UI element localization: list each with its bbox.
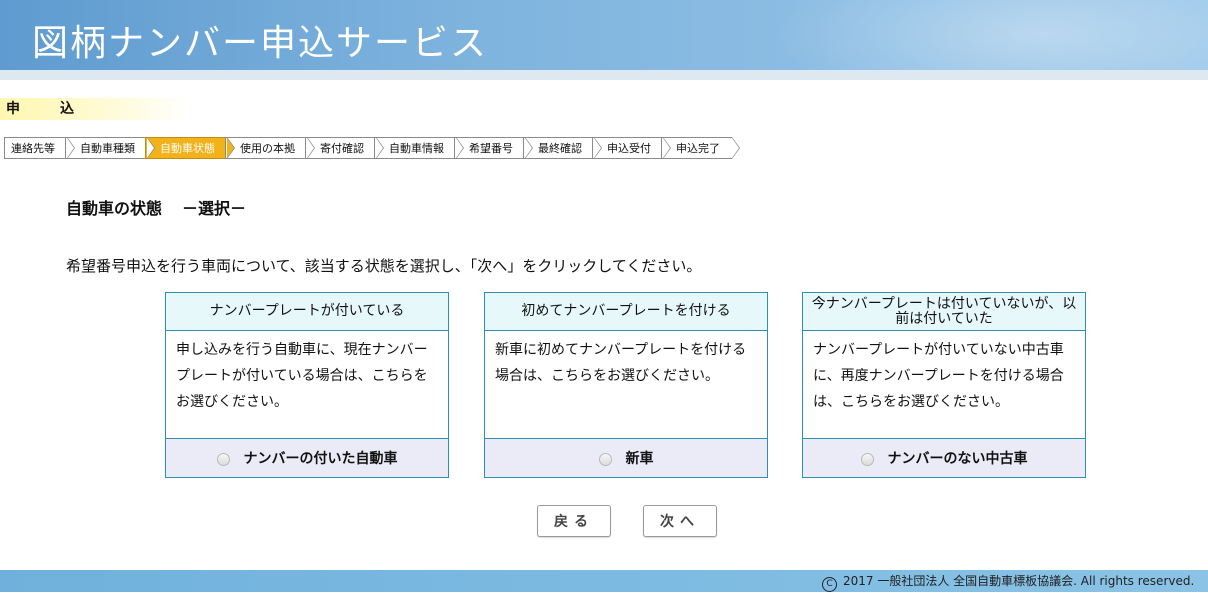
page-title-text: 自動車の状態 [66, 199, 163, 218]
copyright-icon: C [822, 577, 837, 592]
option-choice-label[interactable]: 新車 [626, 448, 654, 468]
page-subtitle: －選択－ [182, 199, 247, 218]
option-choice-label[interactable]: ナンバーの付いた自動車 [244, 448, 398, 468]
option-card-plated: ナンバープレートが付いている 申し込みを行う自動車に、現在ナンバープレートが付い… [165, 292, 449, 478]
step-donation-confirm: 寄付確認 [305, 137, 384, 159]
radio-button[interactable] [860, 452, 874, 466]
section-label-text: 申込 [6, 101, 114, 117]
step-vehicle-info: 自動車情報 [374, 137, 464, 159]
option-description: 新車に初めてナンバープレートを付ける場合は、こちらをお選びください。 [495, 342, 747, 384]
step-application-complete: 申込完了 [661, 137, 740, 159]
instruction-text: 希望番号申込を行う車両について、該当する状態を選択し、「次へ」をクリックしてくだ… [66, 257, 702, 275]
option-description: 申し込みを行う自動車に、現在ナンバープレートが付いている場合は、こちらをお選びく… [176, 342, 428, 410]
option-card-new: 初めてナンバープレートを付ける 新車に初めてナンバープレートを付ける場合は、こち… [484, 292, 768, 478]
next-button[interactable]: 次へ [643, 505, 717, 537]
step-desired-number: 希望番号 [454, 137, 533, 159]
option-description: ナンバープレートが付いていない中古車に、再度ナンバープレートを付ける場合は、こち… [813, 342, 1064, 410]
section-label: 申込 [0, 98, 190, 120]
option-heading: ナンバープレートが付いている [166, 293, 448, 331]
option-choice-new[interactable]: 新車 [485, 438, 767, 477]
step-final-confirm: 最終確認 [523, 137, 602, 159]
option-heading: 初めてナンバープレートを付ける [485, 293, 767, 331]
step-application-received: 申込受付 [592, 137, 671, 159]
option-choice-label[interactable]: ナンバーのない中古車 [888, 448, 1028, 468]
option-heading: 今ナンバープレートは付いていないが、以前は付いていた [803, 293, 1085, 331]
step-contact: 連絡先等 [4, 137, 75, 159]
footer: C 2017 一般社団法人 全国自動車標板協議会. All rights rese… [0, 570, 1208, 592]
radio-button[interactable] [598, 452, 612, 466]
step-vehicle-status: 自動車状態 [145, 137, 235, 159]
footer-copyright: C 2017 一般社団法人 全国自動車標板協議会. All rights rese… [822, 570, 1194, 592]
option-choice-plated[interactable]: ナンバーの付いた自動車 [166, 438, 448, 477]
footer-text: 2017 一般社団法人 全国自動車標板協議会. All rights reser… [843, 574, 1195, 588]
option-card-used-unplated: 今ナンバープレートは付いていないが、以前は付いていた ナンバープレートが付いてい… [802, 292, 1086, 478]
app-title: 図柄ナンバー申込サービス [32, 23, 489, 64]
option-choice-used-unplated[interactable]: ナンバーのない中古車 [803, 438, 1085, 477]
page-title: 自動車の状態 －選択－ [66, 195, 246, 219]
header-banner: 図柄ナンバー申込サービス [0, 0, 1208, 80]
back-button[interactable]: 戻る [537, 505, 611, 537]
step-base-of-use: 使用の本拠 [225, 137, 315, 159]
radio-button[interactable] [216, 452, 230, 466]
step-vehicle-type: 自動車種類 [65, 137, 155, 159]
progress-steps: 連絡先等 自動車種類 自動車状態 使用の本拠 寄付確認 自動車情報 希望番号 最… [4, 137, 740, 159]
